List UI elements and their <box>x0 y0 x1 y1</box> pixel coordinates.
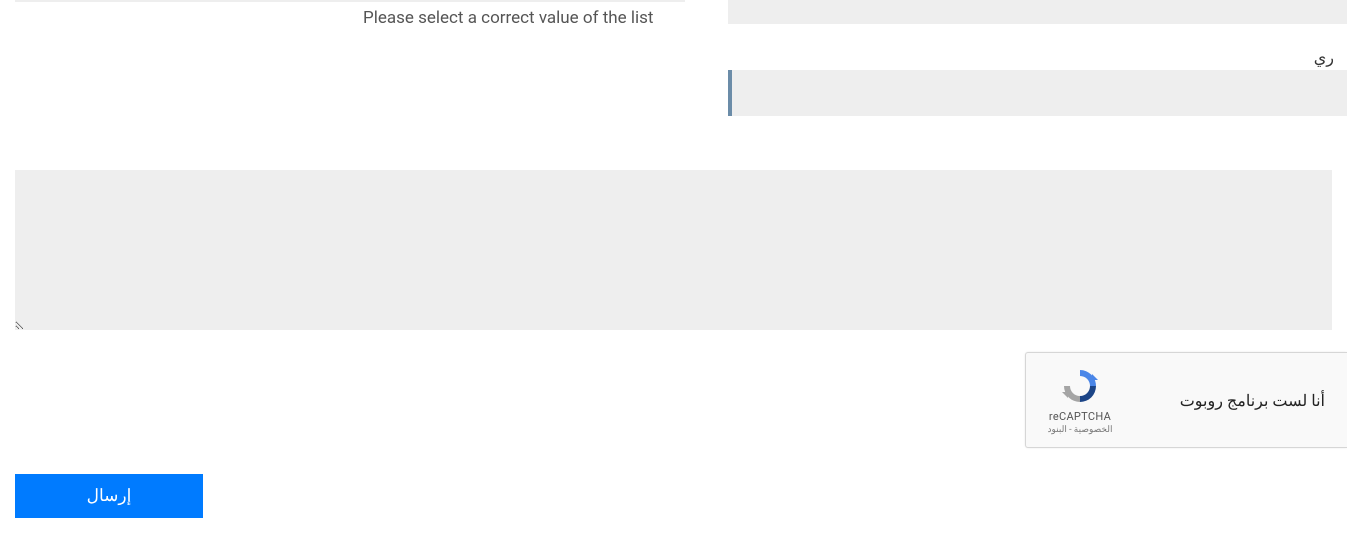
recaptcha-brand-text: reCAPTCHA <box>1049 410 1111 423</box>
message-textarea[interactable] <box>15 170 1332 330</box>
validation-message: Please select a correct value of the lis… <box>15 8 654 28</box>
recaptcha-label: أنا لست برنامج روبوت <box>1120 391 1333 410</box>
recaptcha-icon <box>1060 366 1100 406</box>
field-label-partial: ري <box>1314 48 1334 67</box>
recaptcha-links: الخصوصية - البنود <box>1048 425 1113 435</box>
input-field-right-bordered[interactable] <box>728 70 1347 116</box>
submit-button[interactable]: إرسال <box>15 474 203 518</box>
recaptcha-terms-link[interactable]: البنود <box>1048 425 1067 435</box>
recaptcha-widget[interactable]: reCAPTCHA الخصوصية - البنود أنا لست برنا… <box>1025 352 1347 448</box>
recaptcha-privacy-link[interactable]: الخصوصية <box>1074 425 1113 435</box>
